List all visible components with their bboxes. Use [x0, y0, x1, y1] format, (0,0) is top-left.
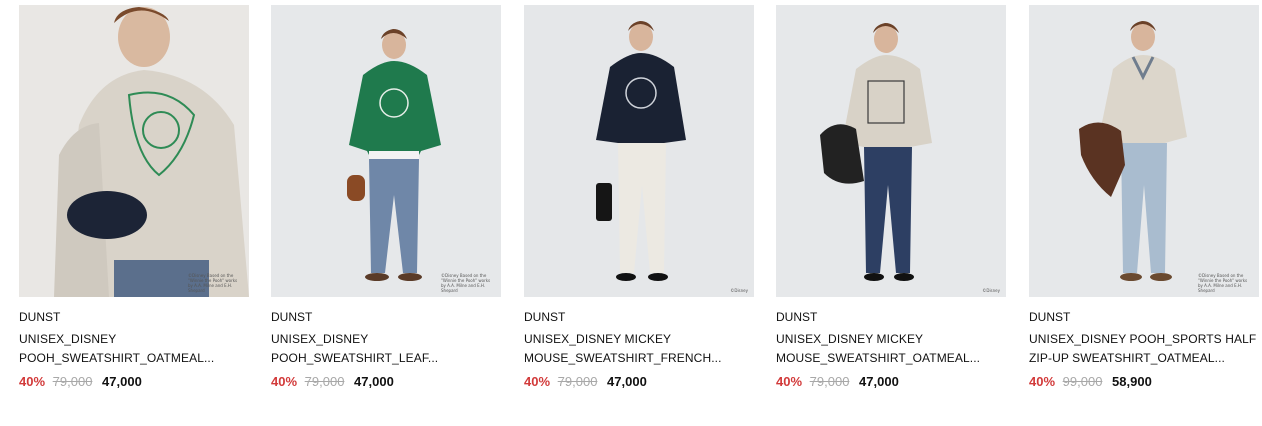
- product-title[interactable]: UNISEX_DISNEY POOH_SWEATSHIRT_OATMEAL...: [19, 330, 249, 368]
- price-row: 40% 79,000 47,000: [524, 374, 754, 390]
- product-title[interactable]: UNISEX_DISNEY POOH_SWEATSHIRT_LEAF...: [271, 330, 501, 368]
- brand-name[interactable]: DUNST: [524, 310, 754, 325]
- discount-rate: 40%: [524, 374, 551, 389]
- product-image[interactable]: ©Disney: [524, 5, 754, 297]
- brand-name[interactable]: DUNST: [1029, 310, 1259, 325]
- copyright-note: ©Disney Based on the "Winnie the Pooh" w…: [188, 273, 238, 293]
- product-card[interactable]: ©Disney Based on the "Winnie the Pooh" w…: [1029, 5, 1259, 390]
- model-photo: [271, 5, 501, 297]
- title-line: POOH_SWEATSHIRT_LEAF...: [271, 351, 439, 365]
- price-row: 40% 79,000 47,000: [19, 374, 249, 390]
- sale-price: 47,000: [859, 374, 899, 389]
- model-photo: [19, 5, 249, 297]
- product-card[interactable]: ©Disney Based on the "Winnie the Pooh" w…: [19, 5, 249, 390]
- title-line: MOUSE_SWEATSHIRT_FRENCH...: [524, 351, 722, 365]
- sale-price: 47,000: [354, 374, 394, 389]
- original-price: 99,000: [1062, 374, 1103, 389]
- price-row: 40% 79,000 47,000: [776, 374, 1006, 390]
- title-line: UNISEX_DISNEY POOH_SPORTS HALF: [1029, 332, 1257, 346]
- sale-price: 47,000: [102, 374, 142, 389]
- brand-name[interactable]: DUNST: [19, 310, 249, 325]
- product-title[interactable]: UNISEX_DISNEY MICKEY MOUSE_SWEATSHIRT_FR…: [524, 330, 754, 368]
- product-image[interactable]: ©Disney Based on the "Winnie the Pooh" w…: [1029, 5, 1259, 297]
- copyright-note: ©Disney Based on the "Winnie the Pooh" w…: [1198, 273, 1248, 293]
- discount-rate: 40%: [1029, 374, 1056, 389]
- brand-name[interactable]: DUNST: [776, 310, 1006, 325]
- price-row: 40% 99,000 58,900: [1029, 374, 1259, 390]
- title-line: ZIP-UP SWEATSHIRT_OATMEAL...: [1029, 351, 1225, 365]
- price-row: 40% 79,000 47,000: [271, 374, 501, 390]
- original-price: 79,000: [557, 374, 598, 389]
- product-image[interactable]: ©Disney Based on the "Winnie the Pooh" w…: [19, 5, 249, 297]
- discount-rate: 40%: [19, 374, 46, 389]
- product-title[interactable]: UNISEX_DISNEY MICKEY MOUSE_SWEATSHIRT_OA…: [776, 330, 1006, 368]
- product-card[interactable]: ©Disney DUNST UNISEX_DISNEY MICKEY MOUSE…: [776, 5, 1006, 390]
- copyright-note: ©Disney Based on the "Winnie the Pooh" w…: [441, 273, 491, 293]
- model-photo: [1029, 5, 1259, 297]
- model-photo: [524, 5, 754, 297]
- title-line: UNISEX_DISNEY: [19, 332, 117, 346]
- product-image[interactable]: ©Disney Based on the "Winnie the Pooh" w…: [271, 5, 501, 297]
- original-price: 79,000: [809, 374, 850, 389]
- brand-name[interactable]: DUNST: [271, 310, 501, 325]
- sale-price: 58,900: [1112, 374, 1152, 389]
- discount-rate: 40%: [271, 374, 298, 389]
- model-photo: [776, 5, 1006, 297]
- product-title[interactable]: UNISEX_DISNEY POOH_SPORTS HALF ZIP-UP SW…: [1029, 330, 1259, 368]
- original-price: 79,000: [52, 374, 93, 389]
- title-line: MOUSE_SWEATSHIRT_OATMEAL...: [776, 351, 981, 365]
- title-line: UNISEX_DISNEY MICKEY: [524, 332, 672, 346]
- title-line: UNISEX_DISNEY MICKEY: [776, 332, 924, 346]
- product-card[interactable]: ©Disney DUNST UNISEX_DISNEY MICKEY MOUSE…: [524, 5, 754, 390]
- original-price: 79,000: [304, 374, 345, 389]
- title-line: POOH_SWEATSHIRT_OATMEAL...: [19, 351, 215, 365]
- title-line: UNISEX_DISNEY: [271, 332, 369, 346]
- copyright-note: ©Disney: [982, 288, 1000, 293]
- discount-rate: 40%: [776, 374, 803, 389]
- product-image[interactable]: ©Disney: [776, 5, 1006, 297]
- copyright-note: ©Disney: [730, 288, 748, 293]
- product-card[interactable]: ©Disney Based on the "Winnie the Pooh" w…: [271, 5, 501, 390]
- sale-price: 47,000: [607, 374, 647, 389]
- product-grid: ©Disney Based on the "Winnie the Pooh" w…: [0, 0, 1262, 426]
